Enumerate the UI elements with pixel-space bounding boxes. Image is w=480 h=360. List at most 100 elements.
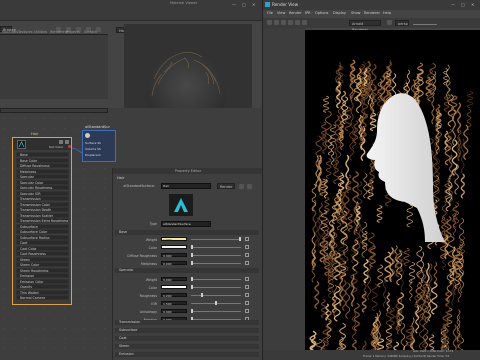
slider-handle[interactable]	[200, 293, 203, 297]
tab-utilities[interactable]: Utilities	[34, 30, 47, 34]
node-header[interactable]: Hair Out Color	[13, 132, 71, 150]
attr-slider[interactable]	[191, 311, 241, 312]
input-port[interactable]	[16, 187, 17, 189]
focus-icon[interactable]	[239, 184, 244, 189]
map-button-icon[interactable]	[245, 261, 249, 265]
renderer-select[interactable]: Arnold Renderer	[349, 20, 381, 32]
node2-row[interactable]: Displacem	[85, 153, 115, 157]
map-button-icon[interactable]	[245, 245, 249, 249]
attr-value-field[interactable]: 1.500	[161, 301, 187, 306]
map-button-icon[interactable]	[245, 253, 249, 257]
node-attribute-row[interactable]: Transmission Extra Roughness	[16, 218, 69, 223]
node-attribute-row[interactable]: Specular	[16, 174, 69, 179]
node-attribute-row[interactable]: Subsurface Radius	[16, 234, 69, 240]
camera-select[interactable]: persp	[395, 20, 409, 26]
attr-value-field[interactable]: 0.000	[161, 309, 187, 314]
tab-hair[interactable]: Hair	[117, 176, 127, 181]
menu-ipr[interactable]: IPR	[305, 11, 311, 15]
attr-slider[interactable]	[191, 263, 241, 264]
attr-value-field[interactable]: 0.000	[161, 277, 187, 282]
section-subsurface[interactable]: Subsurface	[115, 328, 259, 333]
input-port[interactable]	[16, 176, 17, 178]
node-attribute-row[interactable]: Transmission Scatter	[16, 212, 69, 218]
node-attribute-row[interactable]: Subsurface Color	[16, 229, 69, 234]
input-port[interactable]	[16, 231, 17, 233]
input-port[interactable]	[16, 253, 17, 255]
input-port[interactable]	[16, 281, 17, 283]
input-port[interactable]	[16, 242, 17, 244]
node-attribute-row[interactable]: Normal Camera	[16, 295, 69, 300]
node-attribute-row[interactable]: Sheen	[16, 256, 69, 262]
input-port[interactable]	[16, 215, 17, 217]
node-attribute-row[interactable]: Subsurface	[16, 223, 69, 229]
minimize-icon[interactable]: —	[232, 2, 236, 7]
snapshot-icon[interactable]	[281, 20, 286, 25]
node-attribute-row[interactable]: Coat	[16, 240, 69, 245]
attr-value-field[interactable]	[161, 245, 187, 249]
attr-value-field[interactable]: 0.000	[161, 253, 187, 258]
menu-options[interactable]: Options	[315, 11, 329, 15]
node-attribute-row[interactable]: Sheen Color	[16, 262, 69, 267]
input-port[interactable]	[16, 198, 17, 200]
menu-renderer[interactable]: Renderer	[364, 11, 380, 15]
node-attribute-row[interactable]: Coat Color	[16, 245, 69, 251]
menu-file[interactable]: File	[267, 11, 273, 15]
slider-handle[interactable]	[215, 301, 217, 305]
close-icon[interactable]: ✕	[252, 2, 255, 7]
rgb-icon[interactable]	[295, 20, 300, 25]
node-attribute-row[interactable]: Thin Walled	[16, 289, 69, 295]
maximize-icon[interactable]: □	[461, 2, 465, 7]
minimize-icon[interactable]: —	[451, 2, 455, 7]
input-port[interactable]	[16, 193, 17, 195]
node-attribute-row[interactable]: Diffuse Roughness	[16, 163, 69, 168]
attr-value-field[interactable]: 0.200	[161, 293, 187, 298]
map-button-icon[interactable]	[245, 285, 249, 289]
node-attribute-row[interactable]: Specular IOR	[16, 190, 69, 196]
input-port[interactable]	[16, 275, 17, 277]
input-port[interactable]	[16, 259, 17, 261]
input-port[interactable]	[16, 226, 17, 228]
tab-textures[interactable]: Textures	[18, 30, 33, 34]
type-dropdown[interactable]: aiStandardSurface	[161, 221, 211, 227]
alpha-icon[interactable]	[302, 20, 307, 25]
render-icon[interactable]	[267, 20, 272, 25]
input-port[interactable]	[16, 220, 17, 222]
node-attribute-row[interactable]: Transmission Depth	[16, 207, 69, 212]
section-transmission[interactable]: Transmission	[115, 320, 259, 325]
slider-handle[interactable]	[191, 245, 193, 249]
input-port[interactable]	[16, 182, 17, 184]
node-attribute-row[interactable]: Specular Roughness	[16, 185, 69, 190]
slider-handle[interactable]	[191, 261, 193, 265]
input-port[interactable]	[16, 171, 17, 173]
maximize-icon[interactable]: □	[242, 2, 246, 7]
attr-slider[interactable]	[191, 279, 241, 280]
attr-value-field[interactable]	[161, 285, 187, 289]
shading-group-node[interactable]: aiStandardSur Surface Sh Volume Sh Displ…	[82, 125, 116, 162]
input-port[interactable]	[16, 154, 17, 156]
tab-projects[interactable]: Projects	[66, 30, 80, 34]
attr-slider[interactable]	[191, 247, 241, 248]
exposure-icon[interactable]	[387, 20, 392, 25]
input-port[interactable]	[16, 160, 17, 162]
attr-slider[interactable]	[191, 287, 241, 288]
menu-show[interactable]: Show	[351, 11, 360, 15]
input-port[interactable]	[16, 264, 17, 266]
gamma-slider[interactable]	[413, 24, 437, 25]
menu-render[interactable]: Render	[289, 11, 301, 15]
shader-name-field[interactable]: Hair	[161, 183, 211, 189]
input-port[interactable]	[16, 237, 17, 239]
node-attribute-row[interactable]: Opacity	[16, 284, 69, 289]
section-base[interactable]: Base	[115, 230, 259, 235]
tab-materials[interactable]: Materials	[2, 30, 18, 34]
input-port[interactable]	[16, 165, 17, 167]
node-attribute-row[interactable]: Transmission	[16, 196, 69, 201]
node-attribute-row[interactable]: Coat Roughness	[16, 251, 69, 256]
node-attribute-row[interactable]: Base	[16, 152, 69, 157]
attr-slider[interactable]	[191, 239, 241, 240]
attr-slider[interactable]	[191, 255, 241, 256]
attr-value-field[interactable]: 1.000	[161, 237, 187, 242]
input-port[interactable]	[16, 292, 17, 294]
region-icon[interactable]	[288, 20, 293, 25]
node-attribute-row[interactable]: Base Color	[16, 157, 69, 163]
input-port[interactable]	[16, 209, 17, 211]
